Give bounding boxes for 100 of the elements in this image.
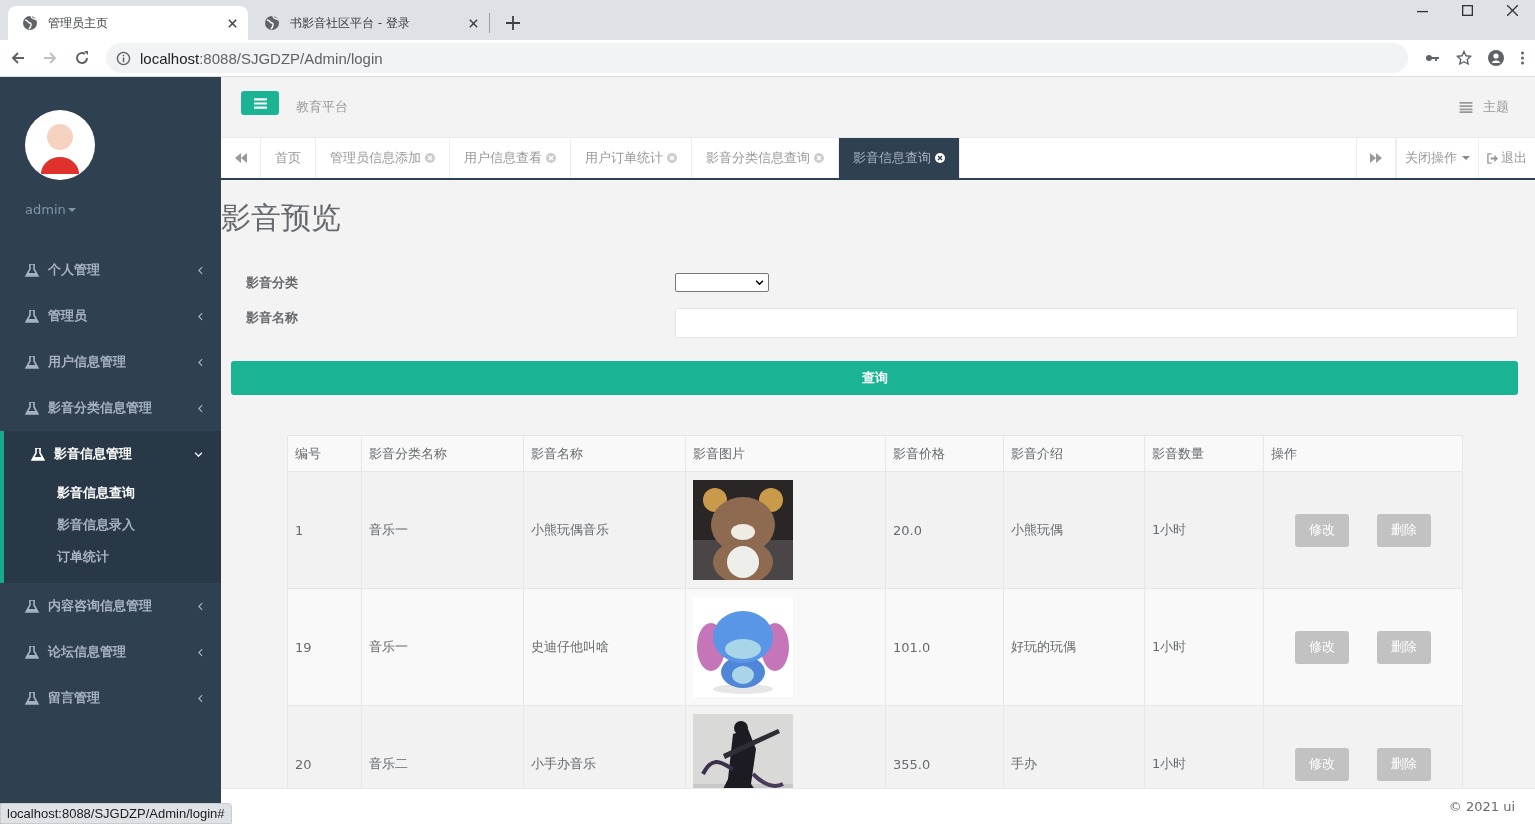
menu-item[interactable]: 内容咨询信息管理 xyxy=(0,583,221,629)
field-label: 影音分类 xyxy=(246,274,299,292)
column-header: 影音数量 xyxy=(1144,435,1264,472)
close-icon[interactable] xyxy=(935,153,945,163)
table-cell: 1小时 xyxy=(1144,588,1264,706)
status-bar: localhost:8088/SJGDZP/Admin/login# xyxy=(0,803,232,824)
menu-icon[interactable] xyxy=(1520,50,1525,66)
maximize-icon[interactable] xyxy=(1462,5,1473,16)
flask-icon xyxy=(25,263,39,277)
brand-title: 教育平台 xyxy=(296,98,348,116)
edit-button[interactable]: 修改 xyxy=(1295,747,1349,781)
menu-item[interactable]: 用户信息管理 xyxy=(0,339,221,385)
menu-item[interactable]: 论坛信息管理 xyxy=(0,629,221,675)
copyright: © 2021 ui xyxy=(1448,799,1515,814)
globe-icon xyxy=(22,15,38,31)
submenu-item[interactable]: 影音信息录入 xyxy=(4,509,221,541)
edit-button[interactable]: 修改 xyxy=(1295,513,1349,547)
globe-icon xyxy=(264,15,280,31)
submenu-item[interactable]: 影音信息查询 xyxy=(4,477,221,509)
caret-icon xyxy=(67,207,76,212)
close-menu-button[interactable]: 关闭操作 xyxy=(1396,138,1479,178)
flask-icon xyxy=(25,309,39,323)
user-menu[interactable]: admin xyxy=(25,202,66,217)
double-right-icon xyxy=(1370,153,1382,163)
flask-icon xyxy=(25,645,39,659)
address-field[interactable]: localhost:8088/SJGDZP/Admin/login xyxy=(106,43,1408,73)
page-tab[interactable]: 管理员信息添加 xyxy=(316,138,450,178)
page-tab[interactable]: 影音信息查询 xyxy=(839,138,960,178)
chevron-left-icon xyxy=(198,403,203,413)
edit-button[interactable]: 修改 xyxy=(1295,630,1349,664)
back-icon[interactable] xyxy=(10,50,26,66)
close-icon[interactable] xyxy=(227,17,238,29)
page-tab[interactable]: 首页 xyxy=(261,138,316,178)
field-label: 影音名称 xyxy=(246,309,299,327)
table-cell: 1 xyxy=(287,471,362,589)
column-header: 影音分类名称 xyxy=(361,435,524,472)
scroll-right-button[interactable] xyxy=(1356,138,1396,178)
category-select[interactable] xyxy=(675,273,769,292)
page-tab[interactable]: 用户订单统计 xyxy=(571,138,692,178)
avatar xyxy=(25,110,95,180)
page-title: 影音预览 xyxy=(221,199,342,237)
star-icon[interactable] xyxy=(1456,50,1472,66)
chevron-down-icon xyxy=(194,451,203,457)
chevron-left-icon xyxy=(198,693,203,703)
flask-icon xyxy=(25,599,39,613)
table-cell: 音乐一 xyxy=(361,471,524,589)
chevron-left-icon xyxy=(198,601,203,611)
table-cell: 史迪仔他叫啥 xyxy=(523,588,686,706)
table-cell: 20.0 xyxy=(885,471,1004,589)
chevron-left-icon xyxy=(198,357,203,367)
new-tab-icon[interactable] xyxy=(506,16,520,30)
menu-toggle-button[interactable] xyxy=(241,91,279,115)
delete-button[interactable]: 删除 xyxy=(1377,630,1431,664)
chevron-left-icon xyxy=(198,265,203,275)
chevron-left-icon xyxy=(198,647,203,657)
table-cell: 小熊玩偶 xyxy=(1003,471,1145,589)
page-tab[interactable]: 用户信息查看 xyxy=(450,138,571,178)
close-icon[interactable] xyxy=(1507,5,1518,16)
double-left-icon xyxy=(234,153,247,163)
flask-icon xyxy=(31,447,45,461)
profile-icon[interactable] xyxy=(1488,50,1504,66)
menu-item[interactable]: 管理员 xyxy=(0,293,221,339)
menu-icon xyxy=(253,97,267,109)
delete-button[interactable]: 删除 xyxy=(1377,747,1431,781)
delete-button[interactable]: 删除 xyxy=(1377,513,1431,547)
chevron-left-icon xyxy=(198,311,203,321)
table-cell: 手办 xyxy=(1003,705,1145,788)
logout-icon xyxy=(1487,152,1498,164)
menu-item[interactable]: 影音信息管理 xyxy=(4,431,221,477)
close-icon[interactable] xyxy=(468,17,479,29)
column-header: 影音名称 xyxy=(523,435,686,472)
menu-item[interactable]: 留言管理 xyxy=(0,675,221,721)
name-input[interactable] xyxy=(675,308,1518,338)
table-cell: 1小时 xyxy=(1144,471,1264,589)
query-button[interactable]: 查询 xyxy=(231,361,1518,395)
table-cell: 20 xyxy=(287,705,362,788)
theme-link[interactable]: 主题 xyxy=(1483,98,1509,116)
table-cell: 小手办音乐 xyxy=(523,705,686,788)
flask-icon xyxy=(25,355,39,369)
column-header: 影音价格 xyxy=(885,435,1004,472)
table-cell: 355.0 xyxy=(885,705,1004,788)
table-cell: 19 xyxy=(287,588,362,706)
info-icon[interactable] xyxy=(116,50,131,66)
table-cell: 音乐二 xyxy=(361,705,524,788)
browser-tab[interactable]: 书影音社区平台 - 登录 xyxy=(250,13,490,33)
flask-icon xyxy=(25,691,39,705)
table-cell: 小熊玩偶音乐 xyxy=(523,471,686,589)
menu-item[interactable]: 影音分类信息管理 xyxy=(0,385,221,431)
submenu-item[interactable]: 订单统计 xyxy=(4,541,221,573)
browser-tab[interactable]: 管理员主页 xyxy=(8,6,248,40)
table-cell: 1小时 xyxy=(1144,705,1264,788)
menu-item[interactable]: 个人管理 xyxy=(0,247,221,293)
column-header: 影音图片 xyxy=(685,435,886,472)
column-header: 操作 xyxy=(1263,435,1463,472)
column-header: 编号 xyxy=(287,435,362,472)
reload-icon[interactable] xyxy=(74,50,90,66)
theme-icon[interactable] xyxy=(1459,101,1473,113)
column-header: 影音介绍 xyxy=(1003,435,1145,472)
table-cell: 好玩的玩偶 xyxy=(1003,588,1145,706)
flask-icon xyxy=(25,401,39,415)
